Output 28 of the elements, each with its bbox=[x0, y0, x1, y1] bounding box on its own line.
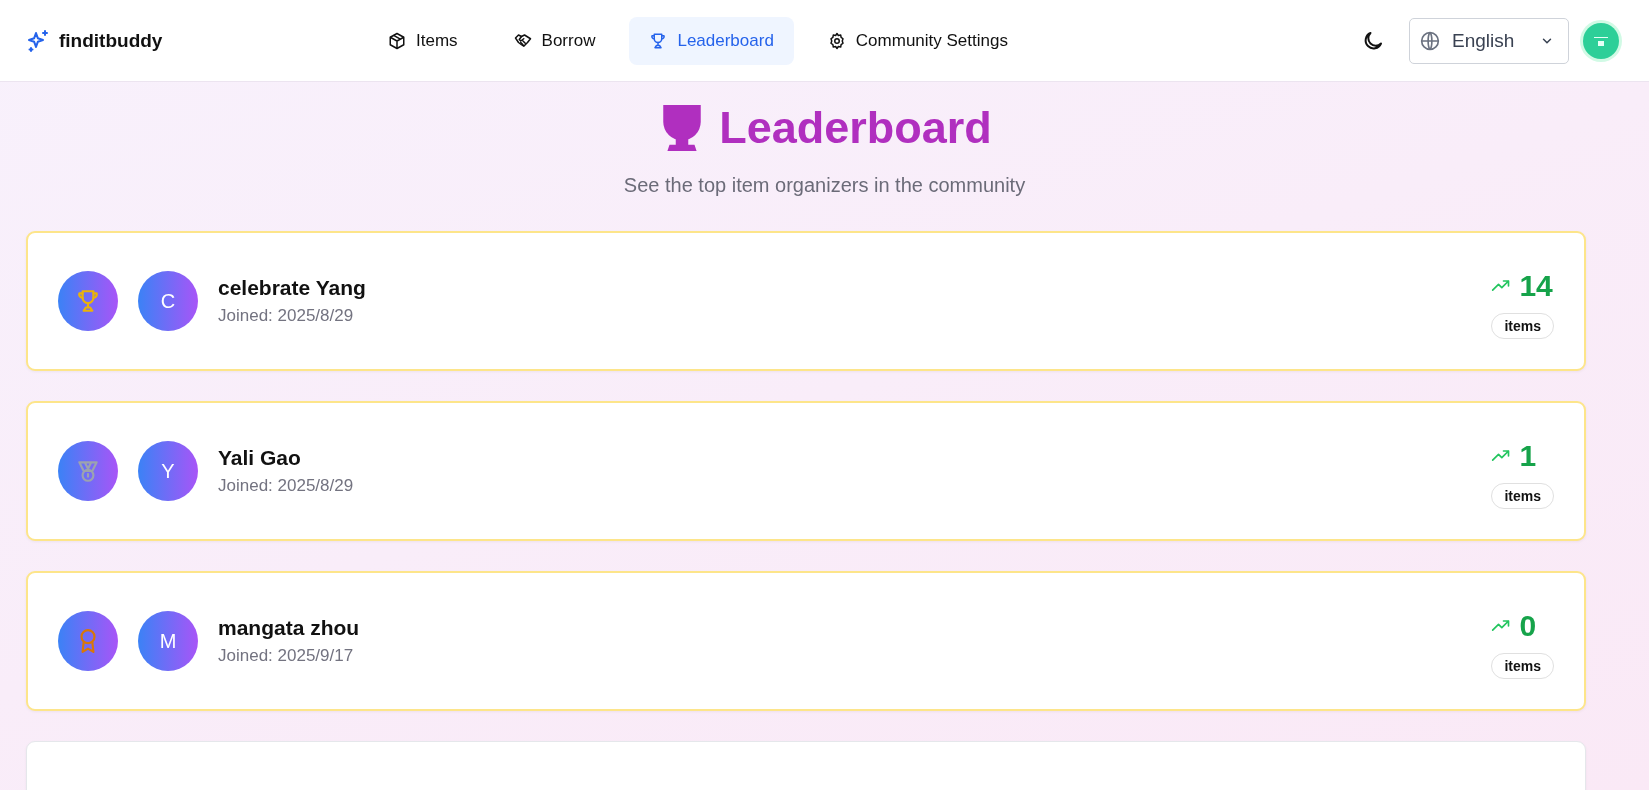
user-name: Yali Gao bbox=[218, 446, 302, 470]
user-avatar: Y bbox=[138, 441, 198, 501]
box-icon bbox=[388, 31, 406, 50]
item-count: 0 bbox=[1519, 609, 1537, 643]
settings-icon bbox=[827, 31, 846, 50]
language-select[interactable]: English bbox=[1409, 17, 1569, 64]
app-name[interactable]: finditbuddy bbox=[59, 29, 163, 52]
join-date: Joined: 2025/9/17 bbox=[218, 646, 355, 666]
user-name: celebrate Yang bbox=[218, 276, 367, 300]
nav-tab[interactable]: Leaderboard bbox=[629, 16, 794, 65]
nav-tab[interactable]: Community Settings bbox=[805, 16, 1030, 65]
trophy-icon bbox=[649, 31, 668, 50]
page-subtitle: See the top item organizers in the community bbox=[622, 174, 1027, 197]
item-count: 14 bbox=[1519, 269, 1553, 303]
handshake-icon bbox=[513, 31, 532, 50]
nav-tab[interactable]: Items bbox=[366, 16, 480, 65]
item-count: 1 bbox=[1519, 439, 1537, 473]
trophy-icon bbox=[75, 288, 101, 314]
user-avatar: C bbox=[138, 271, 198, 331]
sparkle-icon bbox=[26, 28, 50, 53]
page-title: Leaderboard bbox=[719, 102, 992, 154]
user-name: mangata zhou bbox=[218, 616, 361, 640]
user-avatar: M bbox=[138, 611, 198, 671]
join-date: Joined: 2025/8/29 bbox=[218, 476, 355, 496]
medal-icon bbox=[75, 458, 101, 484]
join-date: Joined: 2025/8/29 bbox=[218, 306, 355, 326]
globe-icon bbox=[1420, 30, 1440, 51]
nav-tab[interactable]: Borrow bbox=[491, 16, 618, 65]
